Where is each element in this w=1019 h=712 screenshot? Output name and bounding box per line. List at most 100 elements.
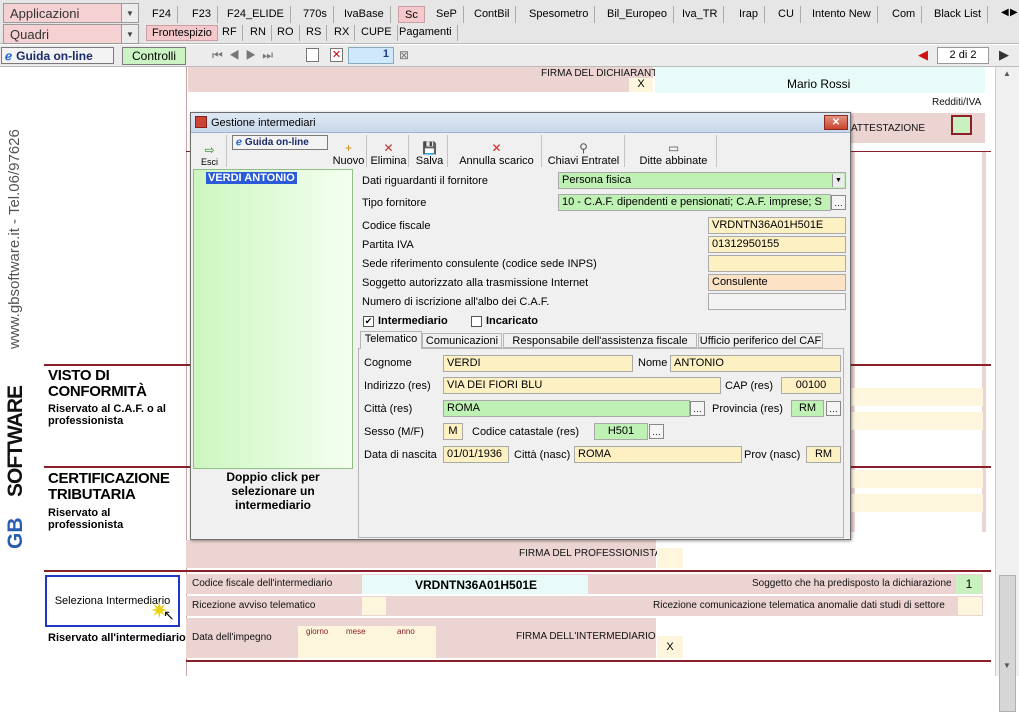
prev-section-icon[interactable]: ◀ bbox=[918, 47, 928, 63]
tab-770s[interactable]: 770s bbox=[297, 6, 334, 23]
prov-field[interactable]: RM bbox=[791, 400, 824, 417]
ricezione-com-field[interactable] bbox=[958, 597, 982, 615]
nome-field[interactable]: ANTONIO bbox=[670, 355, 841, 372]
citta-lookup-button[interactable]: … bbox=[690, 401, 705, 416]
subtab-rx[interactable]: RX bbox=[329, 25, 356, 41]
subtab-rs[interactable]: RS bbox=[301, 25, 328, 41]
prov-nasc-field[interactable]: RM bbox=[806, 446, 841, 463]
attestazione-checkbox[interactable] bbox=[951, 115, 972, 135]
dialog-guida-button[interactable]: ℯ Guida on-line bbox=[232, 135, 328, 150]
next-section-icon[interactable]: ▶ bbox=[999, 47, 1009, 63]
guida-online-button[interactable]: ℯ Guida on-line bbox=[1, 47, 114, 64]
indirizzo-field[interactable]: VIA DEI FIORI BLU bbox=[443, 377, 721, 394]
sesso-field[interactable]: M bbox=[443, 423, 463, 440]
intermediari-list[interactable]: VERDI ANTONIO bbox=[193, 169, 353, 469]
applicazioni-dropdown[interactable]: Applicazioni ▼ bbox=[3, 3, 139, 23]
cap-field[interactable]: 00100 bbox=[781, 377, 841, 394]
tipo-field[interactable]: 10 - C.A.F. dipendenti e pensionati; C.A… bbox=[558, 194, 831, 211]
soggetto-pred-field[interactable]: 1 bbox=[956, 575, 982, 594]
page-number-input[interactable]: 1 bbox=[348, 47, 394, 64]
tab-sc[interactable]: Sc bbox=[398, 6, 425, 23]
subtab-frontespizio[interactable]: Frontespizio bbox=[146, 25, 218, 41]
close-page-icon[interactable]: ⊠ bbox=[399, 48, 409, 62]
tab-black-list[interactable]: Black List bbox=[928, 6, 989, 23]
tab-f24-elide[interactable]: F24_ELIDE bbox=[221, 6, 291, 23]
close-icon[interactable]: ✕ bbox=[824, 115, 848, 130]
salva-button[interactable]: 💾 Salva bbox=[412, 135, 448, 167]
tab-sep[interactable]: SeP bbox=[430, 6, 464, 23]
elimina-button[interactable]: ✕ Elimina bbox=[369, 135, 409, 167]
cert-field[interactable] bbox=[851, 494, 983, 512]
chevron-down-icon[interactable]: ▼ bbox=[121, 4, 138, 22]
cf-field[interactable]: VRDNTN36A01H501E bbox=[708, 217, 846, 234]
ricezione-avviso-field[interactable] bbox=[362, 597, 386, 615]
piva-field[interactable]: 01312950155 bbox=[708, 236, 846, 253]
nuovo-button[interactable]: + Nuovo bbox=[331, 135, 367, 167]
fornitore-select[interactable]: Persona fisica bbox=[558, 172, 846, 189]
scroll-right-icon[interactable]: ▶ bbox=[1010, 7, 1018, 18]
last-page-icon[interactable]: ⏭ bbox=[262, 48, 279, 62]
prov-lookup-button[interactable]: … bbox=[826, 401, 841, 416]
tab-comunicazioni[interactable]: Comunicazioni bbox=[422, 333, 502, 348]
tab-f23[interactable]: F23 bbox=[186, 6, 218, 23]
subtab-rn[interactable]: RN bbox=[245, 25, 272, 41]
tab-iva-tr[interactable]: Iva_TR bbox=[676, 6, 725, 23]
sede-field[interactable] bbox=[708, 255, 846, 272]
firma-int-x[interactable]: X bbox=[657, 636, 683, 658]
cognome-field[interactable]: VERDI bbox=[443, 355, 633, 372]
sogg-field[interactable]: Consulente bbox=[708, 274, 846, 291]
tab-intento-new[interactable]: Intento New bbox=[806, 6, 878, 23]
scroll-down-icon[interactable]: ▼ bbox=[1003, 661, 1011, 670]
subtab-cupe[interactable]: CUPE bbox=[356, 25, 398, 41]
next-page-icon[interactable]: ▶ bbox=[246, 48, 263, 62]
tab-ufficio[interactable]: Ufficio periferico del CAF bbox=[698, 333, 823, 348]
page-nav-arrows[interactable]: ⏮◀▶⏭ bbox=[212, 48, 279, 63]
subtab-ro[interactable]: RO bbox=[272, 25, 300, 41]
copy-page-icon[interactable] bbox=[306, 48, 319, 62]
scroll-left-icon[interactable]: ◀ bbox=[1001, 7, 1009, 18]
subtab-rf[interactable]: RF bbox=[217, 25, 243, 41]
nascita-label: Data di nascita bbox=[364, 449, 437, 461]
intermediario-checkbox[interactable]: ✔ bbox=[363, 316, 374, 327]
firma-prof-field[interactable] bbox=[657, 548, 683, 568]
citta-field[interactable]: ROMA bbox=[443, 400, 690, 417]
tab-bil-europeo[interactable]: Bil_Europeo bbox=[601, 6, 674, 23]
delete-page-icon[interactable]: ✕ bbox=[330, 48, 343, 62]
catastale-lookup-button[interactable]: … bbox=[649, 424, 664, 439]
ditte-abbinate-button[interactable]: ▭ Ditte abbinate bbox=[631, 135, 717, 167]
quadri-label: Quadri bbox=[10, 26, 50, 42]
tab-irap[interactable]: Irap bbox=[733, 6, 765, 23]
esci-button[interactable]: ⇨ Esci bbox=[193, 135, 227, 167]
quadri-dropdown[interactable]: Quadri ▼ bbox=[3, 24, 139, 44]
cert-field[interactable] bbox=[851, 470, 983, 488]
mese-label: mese bbox=[346, 627, 366, 636]
chevron-down-icon[interactable]: ▼ bbox=[832, 174, 844, 187]
controlli-button[interactable]: Controlli bbox=[122, 47, 186, 65]
catastale-field[interactable]: H501 bbox=[594, 423, 648, 440]
tab-telematico[interactable]: Telematico bbox=[360, 331, 422, 349]
list-item[interactable]: VERDI ANTONIO bbox=[206, 172, 297, 184]
tab-f24[interactable]: F24 bbox=[146, 6, 178, 23]
albo-field[interactable] bbox=[708, 293, 846, 310]
scroll-up-icon[interactable]: ▲ bbox=[1003, 69, 1011, 78]
vertical-scrollbar[interactable]: ▲ ▼ bbox=[995, 67, 1019, 712]
annulla-scarico-button[interactable]: ✕ Annulla scarico bbox=[452, 135, 542, 167]
prev-page-icon[interactable]: ◀ bbox=[229, 48, 246, 62]
tab-responsabile[interactable]: Responsabile dell'assistenza fiscale bbox=[503, 333, 697, 348]
chiavi-entratel-button[interactable]: ⚲ Chiavi Entratel bbox=[543, 135, 625, 167]
chevron-down-icon[interactable]: ▼ bbox=[121, 25, 138, 43]
tab-spesometro[interactable]: Spesometro bbox=[523, 6, 596, 23]
tab-com[interactable]: Com bbox=[886, 6, 923, 23]
tab-ivabase[interactable]: IvaBase bbox=[338, 6, 391, 23]
first-page-icon[interactable]: ⏮ bbox=[212, 48, 229, 62]
citta-nasc-field[interactable]: ROMA bbox=[574, 446, 742, 463]
scroll-thumb[interactable] bbox=[999, 575, 1016, 712]
visto-field[interactable] bbox=[851, 412, 983, 430]
subtab-pagamenti[interactable]: Pagamenti bbox=[394, 25, 458, 41]
visto-field[interactable] bbox=[851, 388, 983, 406]
tab-contbil[interactable]: ContBil bbox=[468, 6, 517, 23]
incaricato-checkbox[interactable] bbox=[471, 316, 482, 327]
nascita-field[interactable]: 01/01/1936 bbox=[443, 446, 509, 463]
tipo-lookup-button[interactable]: … bbox=[831, 195, 846, 210]
tab-cu[interactable]: CU bbox=[772, 6, 801, 23]
